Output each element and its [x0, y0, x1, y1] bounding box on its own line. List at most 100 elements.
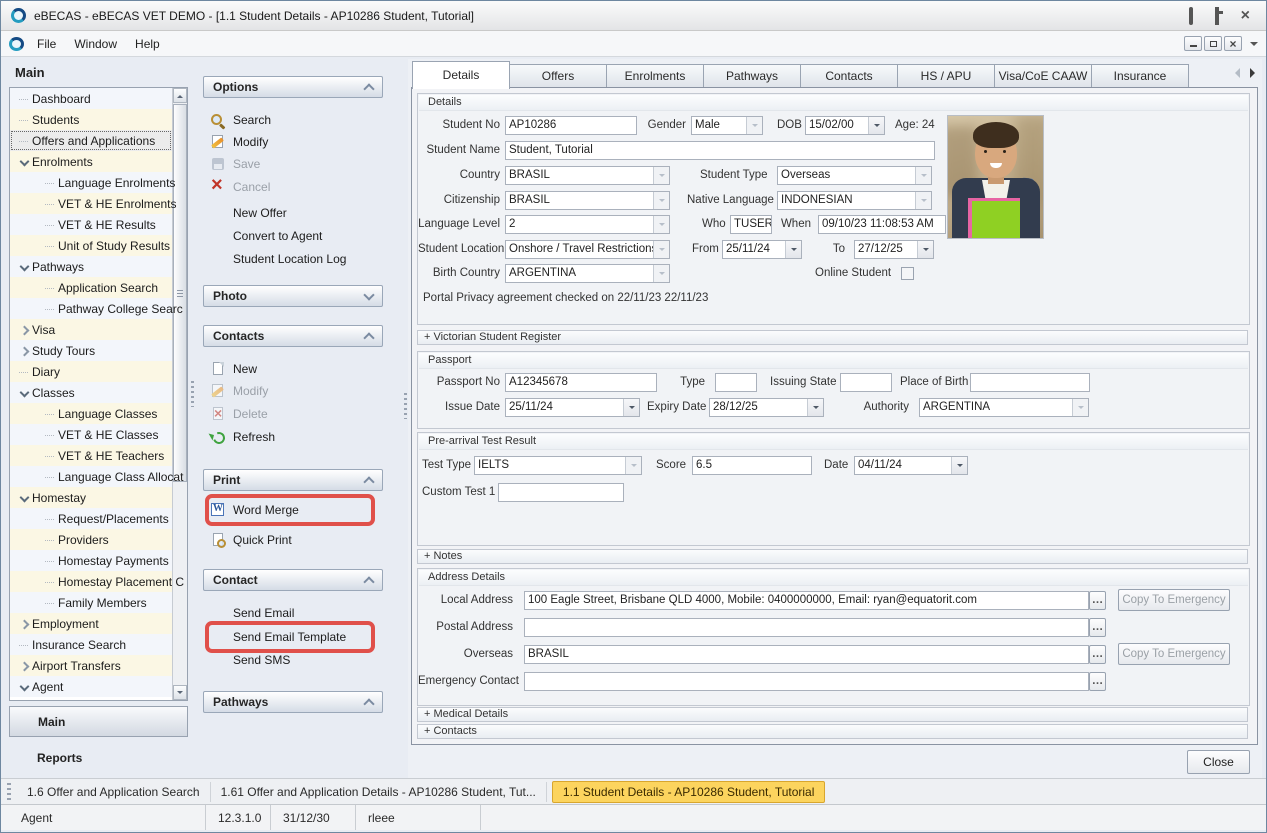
panel-item[interactable]: Cancel — [210, 176, 370, 198]
panel-item[interactable]: Send Email — [210, 602, 370, 624]
issue-date-select[interactable]: 25/11/24 — [505, 398, 640, 417]
panel-header-contact[interactable]: Contact — [203, 569, 383, 591]
copy-to-emergency-button[interactable]: Copy To Emergency — [1118, 643, 1230, 665]
menu-item-file[interactable]: File — [28, 34, 65, 54]
tab-pathways[interactable]: Pathways — [703, 64, 801, 88]
document-tab[interactable]: 1.61 Offer and Application Details - AP1… — [211, 782, 547, 802]
dropdown-arrow-icon[interactable] — [653, 265, 669, 282]
issuing-state-input[interactable] — [840, 373, 892, 392]
contacts-expander[interactable]: + Contacts — [417, 724, 1248, 739]
panel-item[interactable]: Send SMS — [210, 649, 370, 671]
tab-hs-apu[interactable]: HS / APU — [897, 64, 995, 88]
mdi-minimize-button[interactable] — [1184, 36, 1202, 51]
dropdown-arrow-icon[interactable] — [625, 457, 641, 474]
dropdown-arrow-icon[interactable] — [915, 192, 931, 209]
panel-header-contacts[interactable]: Contacts — [203, 325, 383, 347]
menu-item-help[interactable]: Help — [126, 34, 169, 54]
panel-item[interactable]: Word Merge — [210, 499, 370, 521]
tab-scroll-left-button[interactable] — [1227, 65, 1243, 81]
test-type-select[interactable]: IELTS — [474, 456, 642, 475]
tree-item[interactable]: Language Enrolments — [10, 172, 172, 193]
dropdown-arrow-icon[interactable] — [653, 216, 669, 233]
passport-no-input[interactable]: A12345678 — [505, 373, 657, 392]
tab-offers[interactable]: Offers — [509, 64, 607, 88]
tree-item[interactable]: Classes — [10, 382, 172, 403]
panel-item[interactable]: Search — [210, 109, 370, 131]
test-date-select[interactable]: 04/11/24 — [854, 456, 968, 475]
student-name-input[interactable]: Student, Tutorial — [505, 141, 935, 160]
close-window-button[interactable]: × — [1241, 9, 1250, 23]
tree-item[interactable]: Language Class Allocat — [10, 466, 172, 487]
student-no-input[interactable]: AP10286 — [505, 116, 637, 135]
panel-item[interactable]: Modify — [210, 131, 370, 153]
document-tab[interactable]: 1.6 Offer and Application Search — [17, 782, 211, 802]
overseas-address-browse-button[interactable]: … — [1089, 645, 1106, 664]
scroll-down-button[interactable] — [173, 685, 187, 700]
emergency-contact-browse-button[interactable]: … — [1089, 672, 1106, 691]
notes-expander[interactable]: + Notes — [417, 549, 1248, 564]
dropdown-arrow-icon[interactable] — [653, 167, 669, 184]
overseas-address-input[interactable]: BRASIL — [524, 645, 1089, 664]
tree-item[interactable]: Visa — [10, 319, 172, 340]
local-address-input[interactable]: 100 Eagle Street, Brisbane QLD 4000, Mob… — [524, 591, 1089, 610]
panel-header-options[interactable]: Options — [203, 76, 383, 98]
mdi-restore-button[interactable] — [1204, 36, 1222, 51]
tree-item[interactable]: Providers — [10, 529, 172, 550]
panel-header-pathways[interactable]: Pathways — [203, 691, 383, 713]
dropdown-arrow-icon[interactable] — [653, 192, 669, 209]
tree-item[interactable]: Insurance Search — [10, 634, 172, 655]
panel-item[interactable]: New Offer — [210, 202, 370, 224]
authority-select[interactable]: ARGENTINA — [919, 398, 1089, 417]
tree-item[interactable]: Enrolments — [10, 151, 172, 172]
dropdown-arrow-icon[interactable] — [807, 399, 823, 416]
tree-item[interactable]: Airport Transfers — [10, 655, 172, 676]
tree-item[interactable]: VET & HE Teachers — [10, 445, 172, 466]
dropdown-arrow-icon[interactable] — [917, 241, 933, 258]
gender-select[interactable]: Male — [691, 116, 763, 135]
tree-item[interactable]: Employment — [10, 613, 172, 634]
toolbar-grip[interactable] — [7, 783, 11, 801]
tree-item[interactable]: Homestay Payments — [10, 550, 172, 571]
dob-select[interactable]: 15/02/00 — [805, 116, 885, 135]
tree-item[interactable]: Family Members — [10, 592, 172, 613]
panel-item[interactable]: Modify — [210, 380, 370, 402]
tree-item[interactable]: Unit of Study Results — [10, 235, 172, 256]
mdi-close-button[interactable]: × — [1224, 36, 1242, 51]
dropdown-arrow-icon[interactable] — [746, 117, 762, 134]
tree-item[interactable]: Homestay — [10, 487, 172, 508]
sidebar-main-button[interactable]: Main — [9, 706, 188, 737]
dropdown-arrow-icon[interactable] — [653, 241, 669, 258]
tree-item[interactable]: Language Classes — [10, 403, 172, 424]
native-language-select[interactable]: INDONESIAN — [777, 191, 932, 210]
custom-test-input[interactable] — [498, 483, 624, 502]
student-location-select[interactable]: Onshore / Travel Restrictions — [505, 240, 670, 259]
scrollbar-thumb[interactable] — [173, 104, 187, 482]
close-button[interactable]: Close — [1187, 750, 1250, 774]
from-date-select[interactable]: 25/11/24 — [722, 240, 802, 259]
tree-item[interactable]: Pathway College Searc — [10, 298, 172, 319]
emergency-contact-input[interactable] — [524, 672, 1089, 691]
tab-visa-coe-caaw[interactable]: Visa/CoE CAAW — [994, 64, 1092, 88]
student-type-select[interactable]: Overseas — [777, 166, 932, 185]
tree-item[interactable]: Dashboard — [10, 88, 172, 109]
tree-item[interactable]: Request/Placements — [10, 508, 172, 529]
to-date-select[interactable]: 27/12/25 — [854, 240, 934, 259]
online-student-checkbox[interactable] — [901, 267, 914, 280]
passport-type-input[interactable] — [715, 373, 757, 392]
postal-address-input[interactable] — [524, 618, 1089, 637]
sidebar-reports-button[interactable]: Reports — [37, 751, 82, 765]
tree-item[interactable]: VET & HE Classes — [10, 424, 172, 445]
tree-item[interactable]: Study Tours — [10, 340, 172, 361]
tab-contacts[interactable]: Contacts — [800, 64, 898, 88]
menu-item-window[interactable]: Window — [65, 34, 126, 54]
minimize-button[interactable] — [1189, 9, 1193, 23]
place-of-birth-input[interactable] — [970, 373, 1090, 392]
panel-header-print[interactable]: Print — [203, 469, 383, 491]
panel-item[interactable]: Convert to Agent — [210, 225, 370, 247]
panel-item[interactable]: Delete — [210, 403, 370, 425]
tree-item[interactable]: Diary — [10, 361, 172, 382]
chevron-down-icon[interactable] — [1250, 42, 1258, 50]
medical-details-expander[interactable]: + Medical Details — [417, 707, 1248, 722]
tree-item[interactable]: Application Search — [10, 277, 172, 298]
copy-to-emergency-button[interactable]: Copy To Emergency — [1118, 589, 1230, 611]
